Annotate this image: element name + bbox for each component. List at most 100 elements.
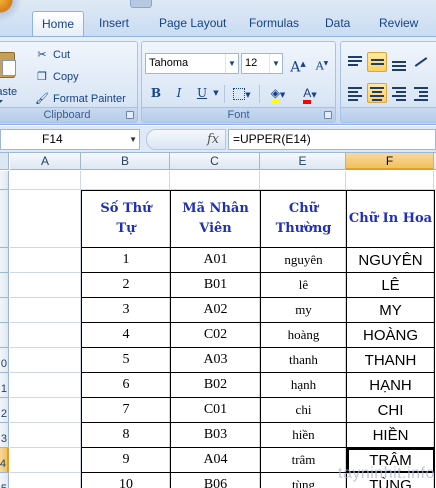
cell-ma-nv[interactable]: B02 [170,372,261,398]
cell-ma-nv[interactable]: A03 [170,347,261,373]
cell-ma-nv[interactable]: B03 [170,422,261,448]
cell-chu-thuong[interactable]: lê [260,272,347,298]
cell-stt[interactable]: 10 [81,472,171,488]
header-so-thu-tu[interactable]: Số Thứ Tự [81,190,171,248]
paste-button[interactable]: Paste [0,46,23,106]
cell-ma-nv[interactable]: A01 [170,247,261,273]
formula-input[interactable]: =UPPER(E14) [228,129,436,150]
cell-chu-thuong[interactable]: hạnh [260,372,347,398]
cell-chu-in-hoa[interactable]: MY [346,297,435,323]
cell-chu-in-hoa[interactable]: CHI [346,397,435,423]
tab-insert[interactable]: Insert [90,11,138,36]
cell-chu-in-hoa[interactable]: HIỀN [346,422,435,448]
copy-icon: ❐ [37,70,47,83]
chevron-down-icon[interactable]: ▼ [129,130,137,149]
column-header-a[interactable]: A [10,153,81,170]
italic-button[interactable]: I [168,83,190,103]
indent-icon[interactable] [411,83,431,103]
fill-color-button[interactable]: ◈▼ [263,83,293,104]
align-top-icon[interactable] [345,52,365,72]
font-size-select[interactable]: 12 ▼ [241,53,283,74]
orientation-icon[interactable] [411,52,431,72]
align-bottom-icon[interactable] [389,52,409,72]
row-header[interactable] [0,273,9,298]
cell-ma-nv[interactable]: B06 [170,472,261,488]
column-header-b[interactable]: B [81,153,170,170]
row-header[interactable]: 5 [0,473,9,488]
row-header[interactable] [0,190,9,248]
row-header[interactable]: 1 [0,373,9,398]
cell-stt[interactable]: 2 [81,272,171,298]
align-middle-icon[interactable] [367,52,387,72]
cell-chu-in-hoa[interactable]: HẠNH [346,372,435,398]
column-header-f[interactable]: F [346,153,434,170]
cell-stt[interactable]: 9 [81,447,171,473]
cell-chu-thuong[interactable]: tùng [260,472,347,488]
align-left-icon[interactable] [345,83,365,103]
cell-stt[interactable]: 1 [81,247,171,273]
cell-stt[interactable]: 5 [81,347,171,373]
row-header-selected[interactable]: 4 [0,448,9,473]
cell-stt[interactable]: 3 [81,297,171,323]
cut-button[interactable]: ✂ Cut [35,46,70,64]
cell-chu-thuong[interactable]: thanh [260,347,347,373]
font-dialog-launcher[interactable] [324,111,332,119]
cell-chu-thuong[interactable]: hiền [260,422,347,448]
insert-function-icon[interactable]: fx [207,132,219,147]
row-header[interactable] [0,171,9,190]
row-header[interactable] [0,298,9,323]
clipboard-dialog-launcher[interactable] [126,111,134,119]
grow-font-button[interactable]: A▲ [287,54,309,76]
cell-chu-in-hoa[interactable]: LÊ [346,272,435,298]
office-button[interactable] [0,0,24,36]
chevron-down-icon[interactable]: ▼ [211,83,221,103]
row-header[interactable]: 2 [0,398,9,423]
cell-ma-nv[interactable]: B01 [170,272,261,298]
tab-home[interactable]: Home [32,11,85,36]
cell-chu-thuong[interactable]: trâm [260,447,347,473]
row-header[interactable]: 3 [0,423,9,448]
borders-button[interactable]: ▼ [228,83,256,103]
tab-data[interactable]: Data [316,11,359,36]
row-header[interactable] [0,323,9,348]
quick-access-toolbar[interactable] [130,0,152,8]
column-header-e[interactable]: E [260,153,346,170]
cell-chu-thuong[interactable]: my [260,297,347,323]
shrink-font-button[interactable]: A▼ [311,54,333,74]
cell-chu-thuong[interactable]: chi [260,397,347,423]
cell-ma-nv[interactable]: C01 [170,397,261,423]
font-name-select[interactable]: Tahoma ▼ [145,53,239,74]
cell-stt[interactable]: 6 [81,372,171,398]
tab-page-layout[interactable]: Page Layout [150,11,235,36]
cell-chu-in-hoa[interactable]: HOÀNG [346,322,435,348]
font-color-button[interactable]: A▼ [295,83,325,104]
cell-stt[interactable]: 8 [81,422,171,448]
cell-chu-in-hoa[interactable]: THANH [346,347,435,373]
font-group: Tahoma ▼ 12 ▼ A▲ A▼ B I U ▼ ▼ ◈▼ A▼ Font [141,41,336,123]
align-center-icon[interactable] [367,83,387,103]
borders-icon [233,87,246,100]
header-chu-thuong[interactable]: Chữ Thường [260,190,347,248]
cell-ma-nv[interactable]: C02 [170,322,261,348]
cell-chu-thuong[interactable]: nguyên [260,247,347,273]
cell-stt[interactable]: 4 [81,322,171,348]
row-header[interactable]: 0 [0,348,9,373]
header-ma-nhan-vien[interactable]: Mã Nhân Viên [170,190,261,248]
tab-formulas[interactable]: Formulas [240,11,308,36]
tab-review[interactable]: Review [370,11,427,36]
row-header[interactable] [0,248,9,273]
format-painter-button[interactable]: 🖌 Format Painter [35,90,126,108]
cell-chu-thuong[interactable]: hoàng [260,322,347,348]
bold-button[interactable]: B [145,83,167,103]
align-right-icon[interactable] [389,83,409,103]
name-box[interactable]: F14 ▼ [0,129,140,150]
underline-button[interactable]: U [191,83,213,103]
cell-chu-in-hoa[interactable]: NGUYÊN [346,247,435,273]
cell-ma-nv[interactable]: A04 [170,447,261,473]
copy-button[interactable]: ❐ Copy [35,68,79,86]
select-all-button[interactable] [0,153,9,170]
cell-ma-nv[interactable]: A02 [170,297,261,323]
column-header-c[interactable]: C [170,153,260,170]
cell-stt[interactable]: 7 [81,397,171,423]
header-chu-in-hoa[interactable]: Chữ In Hoa [346,190,435,248]
